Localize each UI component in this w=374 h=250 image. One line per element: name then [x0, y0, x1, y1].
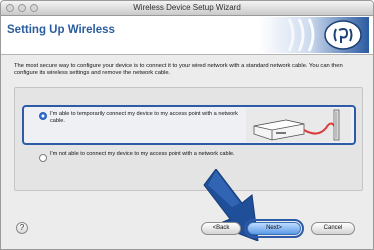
- wizard-window: Wireless Device Setup Wizard Setting Up …: [0, 0, 374, 250]
- title-bar[interactable]: Wireless Device Setup Wizard: [1, 1, 373, 16]
- option-no-cable-label[interactable]: I'm not able to connect my device to my …: [50, 151, 250, 158]
- wizard-header: Setting Up Wireless: [1, 16, 373, 55]
- wifi-logo-icon: [259, 17, 369, 53]
- page-title: Setting Up Wireless: [7, 24, 115, 36]
- next-button[interactable]: Next>: [247, 222, 301, 235]
- cancel-button[interactable]: Cancel: [311, 222, 355, 235]
- window-title: Wireless Device Setup Wizard: [133, 3, 241, 12]
- intro-text: The most secure way to configure your de…: [14, 63, 343, 76]
- back-button[interactable]: <Back: [201, 222, 241, 235]
- help-button[interactable]: ?: [16, 222, 28, 234]
- option-wired-label[interactable]: I'm able to temporarily connect my devic…: [50, 111, 240, 125]
- radio-no-cable-option[interactable]: [39, 154, 47, 162]
- radio-wired-option[interactable]: [39, 112, 47, 120]
- printer-router-cable-icon: [246, 108, 351, 142]
